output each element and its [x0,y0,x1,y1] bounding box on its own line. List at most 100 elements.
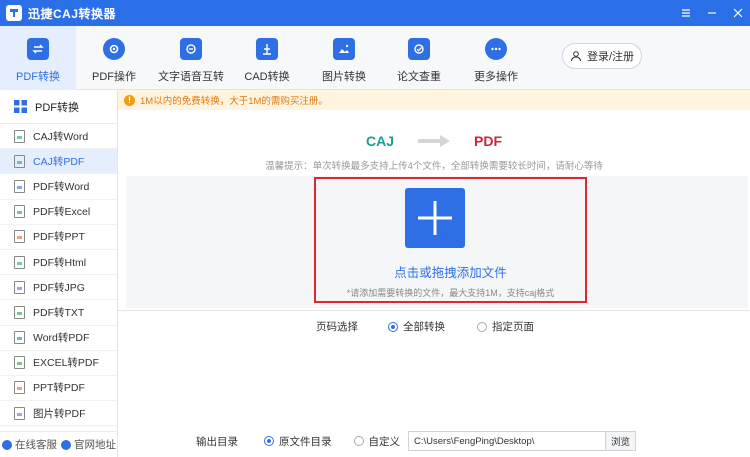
page-select-label: 页码选择 [316,321,358,333]
tool-paper-check[interactable]: 论文查重 [393,26,445,90]
title-bar: 迅捷CAJ转换器 [0,0,750,26]
browse-button[interactable]: 浏览 [606,431,636,451]
sidebar-item-label: CAJ转Word [33,130,89,143]
main-toolbar: PDF转换 PDF操作 文字语音互转 CAD转换 图片转换 论文查重 更多操作 … [0,26,750,90]
app-title: 迅捷CAJ转换器 [28,6,117,21]
sidebar-footer: 在线客服 官网地址 [0,431,118,457]
file-icon [14,179,25,193]
radio-source-dir[interactable]: 原文件目录 [264,434,332,449]
website-link[interactable]: 官网地址 [61,437,116,452]
sidebar-item-label: 图片转PDF [33,407,86,420]
app-logo-icon [6,5,22,21]
warning-icon: ! [124,94,135,106]
file-icon [14,230,25,244]
sidebar-header-label: PDF转换 [35,101,79,114]
radio-custom-dir[interactable]: 自定义 [353,434,400,449]
sidebar-header: PDF转换 [0,90,117,124]
arrow-right-icon [418,135,450,147]
tool-pdf-convert[interactable]: PDF转换 [0,26,76,90]
paper-check-icon [408,38,430,60]
tool-image-convert[interactable]: 图片转换 [318,26,370,90]
radio-dot [477,321,487,332]
file-icon [14,280,25,294]
sidebar-item-label: CAJ转PDF [33,155,85,168]
online-service-label: 在线客服 [15,439,57,451]
radio-specific-pages[interactable]: 指定页面 [477,319,534,334]
sidebar-item-label: PDF转TXT [33,306,85,319]
tool-cad-convert[interactable]: CAD转换 [241,26,293,90]
add-file-dropzone[interactable]: 点击或拖拽添加文件 *请添加需要转换的文件，最大支持1M，支持caj格式 [314,177,587,303]
tool-text-speech[interactable]: 文字语音互转 [158,26,224,90]
menu-icon[interactable] [680,7,692,19]
tool-pdf-operations[interactable]: PDF操作 [84,26,144,90]
convert-icon [27,38,49,60]
sidebar-item-pdf-to-ppt[interactable]: PDF转PPT [0,225,117,250]
plus-icon [418,201,452,235]
file-icon [14,205,25,219]
sidebar-item-label: PDF转Excel [33,206,91,219]
tool-label: 文字语音互转 [158,71,224,83]
conversion-indicator: CAJ PDF [118,130,750,152]
sidebar-item-label: PDF转JPG [33,281,85,294]
radio-dot [264,436,274,446]
dropzone-title: 点击或拖拽添加文件 [394,266,507,280]
text-speech-icon [180,38,202,60]
file-icon [14,406,25,420]
radio-dot [353,436,364,446]
sidebar-item-caj-to-word[interactable]: CAJ转Word [0,124,117,150]
sidebar-item-label: PDF转PPT [33,231,85,244]
output-label: 输出目录 [196,435,238,448]
gear-icon [103,38,125,60]
online-service-link[interactable]: 在线客服 [2,437,57,452]
file-icon [14,129,25,143]
tool-label: PDF操作 [92,71,136,83]
tip-text: 温馨提示：单次转换最多支持上传4个文件，全部转换需要较长时间，请耐心等待 [265,161,603,172]
sidebar-item-label: PDF转Html [33,256,87,269]
service-icon [2,439,12,450]
tool-label: CAD转换 [244,71,290,83]
file-icon [14,381,25,395]
sidebar-item-pdf-to-excel[interactable]: PDF转Excel [0,200,117,225]
radio-dot [388,321,398,332]
sidebar-item-label: PDF转Word [33,180,90,193]
notice-bar: ! 1M以内的免费转换，大于1M的需购买注册。 [118,90,750,110]
close-icon[interactable] [732,7,744,19]
more-icon [485,38,507,60]
sidebar: PDF转换 CAJ转Word CAJ转PDF PDF转Word PDF转Exce… [0,90,118,457]
sidebar-item-excel-to-pdf[interactable]: EXCEL转PDF [0,351,117,376]
notice-text: 1M以内的免费转换，大于1M的需购买注册。 [140,96,328,107]
file-icon [14,331,25,345]
page-select-row: 页码选择 全部转换 指定页面 [316,319,534,334]
image-icon [333,38,355,60]
target-format: PDF [474,133,502,149]
minimize-icon[interactable] [706,7,718,19]
sidebar-item-image-to-pdf[interactable]: 图片转PDF [0,401,117,427]
radio-all-pages[interactable]: 全部转换 [388,319,445,334]
file-icon [14,255,25,269]
sidebar-item-label: EXCEL转PDF [33,357,99,370]
radio-label: 原文件目录 [279,435,332,448]
file-icon [14,356,25,370]
file-icon [14,305,25,319]
dropzone-subtitle: *请添加需要转换的文件，最大支持1M，支持caj格式 [346,288,555,298]
sidebar-item-ppt-to-pdf[interactable]: PPT转PDF [0,376,117,402]
file-icon [14,154,25,168]
sidebar-item-pdf-to-html[interactable]: PDF转Html [0,250,117,276]
tool-more[interactable]: 更多操作 [470,26,522,90]
cad-icon [256,38,278,60]
sidebar-item-caj-to-pdf[interactable]: CAJ转PDF [0,149,117,175]
output-path-input[interactable] [408,431,606,451]
radio-label: 全部转换 [403,321,445,333]
radio-label: 指定页面 [492,321,534,333]
tool-label: PDF转换 [16,71,60,83]
sidebar-item-pdf-to-word[interactable]: PDF转Word [0,174,117,200]
sidebar-item-pdf-to-txt[interactable]: PDF转TXT [0,300,117,326]
user-icon [570,51,581,62]
sidebar-item-pdf-to-jpg[interactable]: PDF转JPG [0,275,117,301]
add-file-button[interactable] [405,188,465,248]
tool-label: 论文查重 [397,71,441,83]
login-button[interactable]: 登录/注册 [562,43,642,69]
output-row: 输出目录 原文件目录 自定义 浏览 [196,431,636,451]
sidebar-item-word-to-pdf[interactable]: Word转PDF [0,326,117,351]
tool-label: 图片转换 [322,71,366,83]
